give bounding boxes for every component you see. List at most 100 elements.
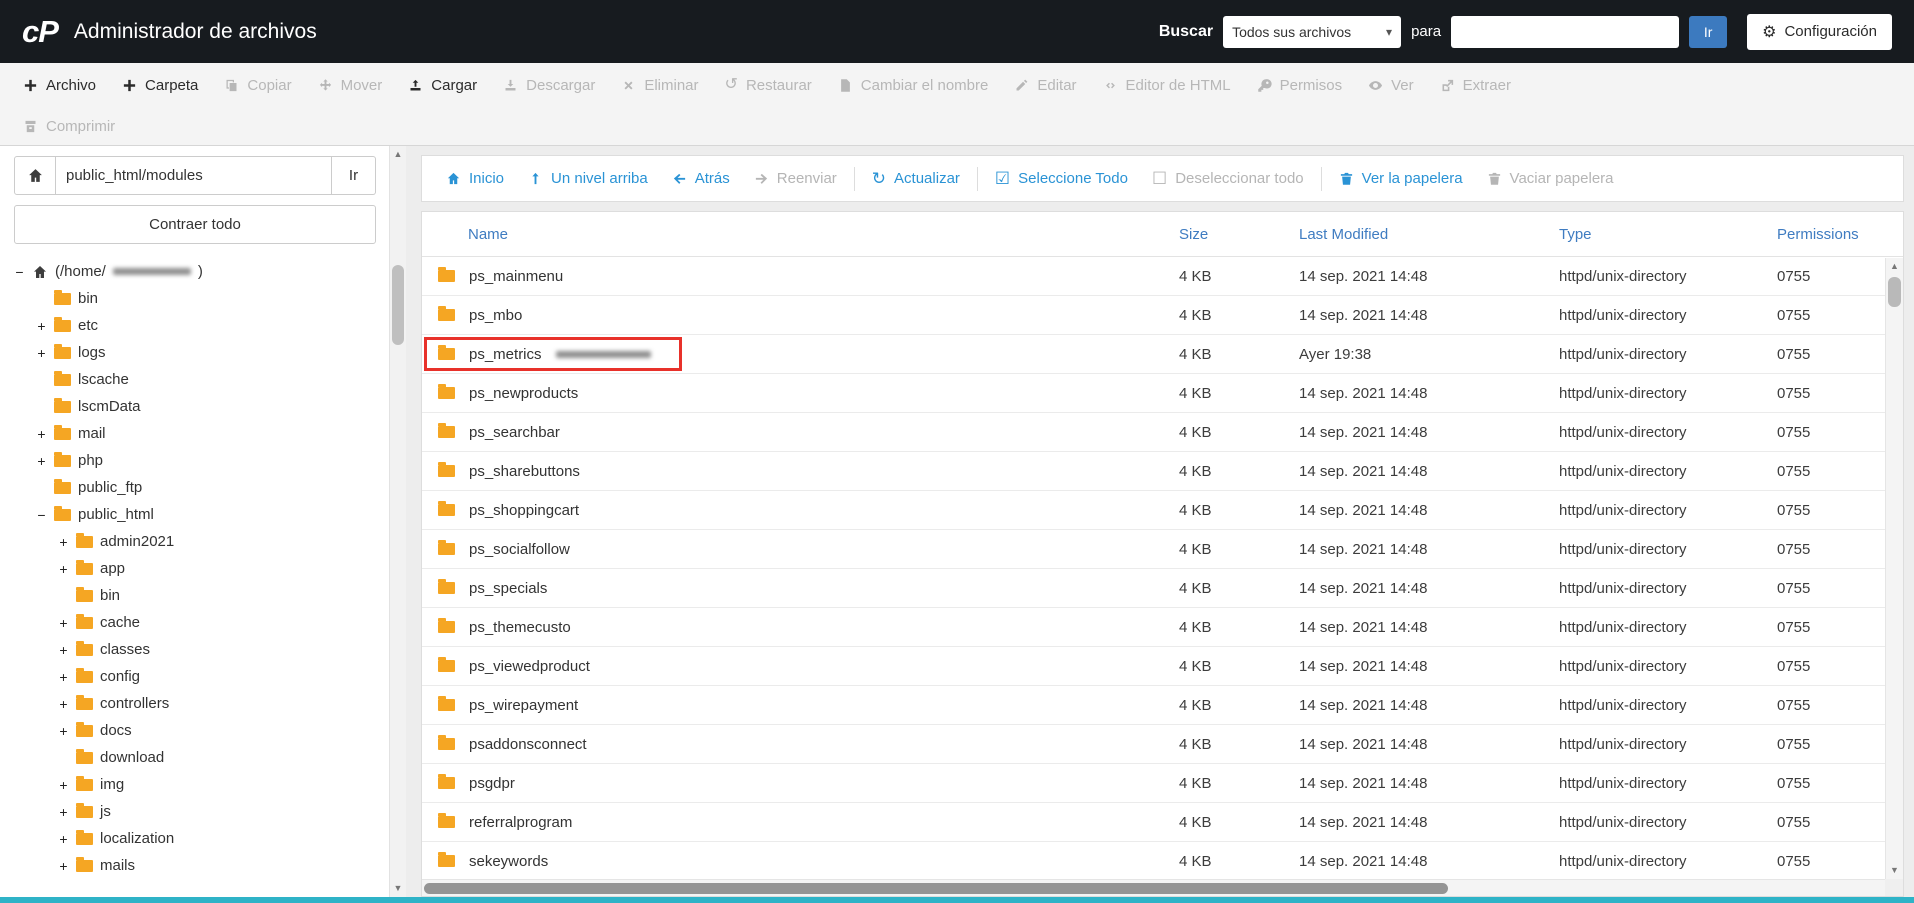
- file-row-ps-socialfollow[interactable]: ps_socialfollow 4 KB 14 sep. 2021 14:48 htt…: [422, 530, 1903, 569]
- toolbar-item-comprimir[interactable]: Comprimir: [10, 118, 128, 135]
- tree-item-download[interactable]: download: [0, 744, 406, 771]
- tree-item-js[interactable]: + js: [0, 798, 406, 825]
- tree-item-docs[interactable]: + docs: [0, 717, 406, 744]
- path-input[interactable]: [56, 156, 332, 195]
- toolbar-item-cargar[interactable]: Cargar: [395, 77, 490, 94]
- action-atras[interactable]: Atrás: [660, 170, 742, 187]
- file-name[interactable]: psaddonsconnect: [469, 736, 587, 753]
- search-input[interactable]: [1451, 15, 1680, 48]
- sidebar-scroll-thumb[interactable]: [392, 265, 404, 345]
- column-header-size[interactable]: Size: [1179, 226, 1299, 243]
- expand-plus-icon[interactable]: +: [36, 318, 47, 334]
- file-row-ps-themecusto[interactable]: ps_themecusto 4 KB 14 sep. 2021 14:48 httpd…: [422, 608, 1903, 647]
- expand-plus-icon[interactable]: +: [58, 642, 69, 658]
- collapse-minus-icon[interactable]: −: [14, 264, 25, 280]
- settings-button[interactable]: ⚙ Configuración: [1747, 13, 1892, 50]
- file-name[interactable]: sekeywords: [469, 853, 548, 870]
- expand-plus-icon[interactable]: +: [58, 561, 69, 577]
- expand-plus-icon[interactable]: +: [58, 615, 69, 631]
- file-row-psaddonsconnect[interactable]: psaddonsconnect 4 KB 14 sep. 2021 14:48 htt…: [422, 725, 1903, 764]
- expand-plus-icon[interactable]: +: [58, 534, 69, 550]
- tree-item-php[interactable]: + php: [0, 447, 406, 474]
- tree-item-img[interactable]: + img: [0, 771, 406, 798]
- tree-item-bin[interactable]: bin: [0, 582, 406, 609]
- file-row-ps-mainmenu[interactable]: ps_mainmenu 4 KB 14 sep. 2021 14:48 httpd/u…: [422, 257, 1903, 296]
- tree-item-lscache[interactable]: lscache: [0, 366, 406, 393]
- tree-item-bin[interactable]: bin: [0, 285, 406, 312]
- file-row-referralprogram[interactable]: referralprogram 4 KB 14 sep. 2021 14:48 htt…: [422, 803, 1903, 842]
- file-row-sekeywords[interactable]: sekeywords 4 KB 14 sep. 2021 14:48 httpd/un…: [422, 842, 1903, 881]
- tree-item-classes[interactable]: + classes: [0, 636, 406, 663]
- action-reenviar[interactable]: Reenviar: [742, 170, 849, 187]
- toolbar-item-eliminar[interactable]: Eliminar: [608, 77, 711, 94]
- toolbar-item-archivo[interactable]: Archivo: [10, 77, 109, 94]
- expand-plus-icon[interactable]: +: [36, 453, 47, 469]
- file-name[interactable]: ps_socialfollow: [469, 541, 570, 558]
- file-name[interactable]: referralprogram: [469, 814, 572, 831]
- expand-plus-icon[interactable]: +: [36, 345, 47, 361]
- expand-plus-icon[interactable]: +: [58, 804, 69, 820]
- table-vertical-scrollbar[interactable]: ▲ ▼: [1885, 258, 1903, 879]
- scroll-up-icon[interactable]: ▲: [390, 146, 406, 163]
- file-row-ps-shoppingcart[interactable]: ps_shoppingcart 4 KB 14 sep. 2021 14:48 htt…: [422, 491, 1903, 530]
- file-row-ps-metrics[interactable]: ps_metrics 4 KB Ayer 19:38 httpd/unix-direc…: [422, 335, 1903, 374]
- horizontal-scroll-thumb[interactable]: [424, 883, 1449, 894]
- file-name[interactable]: ps_sharebuttons: [469, 463, 580, 480]
- file-name[interactable]: ps_newproducts: [469, 385, 578, 402]
- tree-item-cache[interactable]: + cache: [0, 609, 406, 636]
- file-row-ps-mbo[interactable]: ps_mbo 4 KB 14 sep. 2021 14:48 httpd/unix-d…: [422, 296, 1903, 335]
- toolbar-item-editar[interactable]: Editar: [1001, 77, 1089, 94]
- column-header-type[interactable]: Type: [1559, 226, 1777, 243]
- tree-item-mail[interactable]: + mail: [0, 420, 406, 447]
- expand-plus-icon[interactable]: +: [58, 831, 69, 847]
- search-go-button[interactable]: Ir: [1689, 15, 1728, 48]
- action-actualizar[interactable]: ↻ Actualizar: [860, 170, 972, 187]
- toolbar-item-cambiar-el-nombre[interactable]: Cambiar el nombre: [825, 77, 1002, 94]
- toolbar-item-permisos[interactable]: Permisos: [1244, 77, 1356, 94]
- file-name[interactable]: ps_metrics: [469, 346, 542, 363]
- tree-item-etc[interactable]: + etc: [0, 312, 406, 339]
- toolbar-item-editor-de-html[interactable]: Editor de HTML: [1090, 77, 1244, 94]
- file-name[interactable]: ps_mainmenu: [469, 268, 563, 285]
- column-header-last-modified[interactable]: Last Modified: [1299, 226, 1559, 243]
- tree-item-config[interactable]: + config: [0, 663, 406, 690]
- expand-plus-icon[interactable]: +: [58, 723, 69, 739]
- column-header-permissions[interactable]: Permissions: [1777, 226, 1885, 243]
- expand-plus-icon[interactable]: +: [36, 426, 47, 442]
- file-name[interactable]: ps_mbo: [469, 307, 522, 324]
- tree-item-admin2021[interactable]: + admin2021: [0, 528, 406, 555]
- file-name[interactable]: ps_shoppingcart: [469, 502, 579, 519]
- file-row-ps-wirepayment[interactable]: ps_wirepayment 4 KB 14 sep. 2021 14:48 http…: [422, 686, 1903, 725]
- expand-plus-icon[interactable]: +: [58, 669, 69, 685]
- file-row-ps-searchbar[interactable]: ps_searchbar 4 KB 14 sep. 2021 14:48 httpd/…: [422, 413, 1903, 452]
- toolbar-item-descargar[interactable]: Descargar: [490, 77, 608, 94]
- tree-item-app[interactable]: + app: [0, 555, 406, 582]
- cpanel-logo[interactable]: cP: [22, 14, 59, 50]
- file-name[interactable]: ps_specials: [469, 580, 547, 597]
- table-horizontal-scrollbar[interactable]: [422, 879, 1885, 896]
- collapse-minus-icon[interactable]: −: [36, 507, 47, 523]
- column-header-name[interactable]: Name: [422, 226, 1179, 243]
- toolbar-item-carpeta[interactable]: Carpeta: [109, 77, 211, 94]
- file-row-ps-specials[interactable]: ps_specials 4 KB 14 sep. 2021 14:48 httpd/u…: [422, 569, 1903, 608]
- tree-item-home[interactable]: − (/home/): [0, 258, 406, 285]
- home-path-button[interactable]: [14, 156, 56, 195]
- file-name[interactable]: ps_themecusto: [469, 619, 571, 636]
- tree-item-localization[interactable]: + localization: [0, 825, 406, 852]
- scroll-up-icon[interactable]: ▲: [1886, 258, 1903, 275]
- file-name[interactable]: psgdpr: [469, 775, 515, 792]
- file-name[interactable]: ps_searchbar: [469, 424, 560, 441]
- tree-item-mails[interactable]: + mails: [0, 852, 406, 879]
- file-row-psgdpr[interactable]: psgdpr 4 KB 14 sep. 2021 14:48 httpd/unix-d…: [422, 764, 1903, 803]
- file-name[interactable]: ps_wirepayment: [469, 697, 578, 714]
- file-name[interactable]: ps_viewedproduct: [469, 658, 590, 675]
- path-go-button[interactable]: Ir: [332, 156, 376, 195]
- file-row-ps-newproducts[interactable]: ps_newproducts 4 KB 14 sep. 2021 14:48 http…: [422, 374, 1903, 413]
- expand-plus-icon[interactable]: +: [58, 858, 69, 874]
- expand-plus-icon[interactable]: +: [58, 696, 69, 712]
- expand-plus-icon[interactable]: +: [58, 777, 69, 793]
- action-inicio[interactable]: Inicio: [434, 170, 516, 187]
- toolbar-item-copiar[interactable]: Copiar: [211, 77, 304, 94]
- scroll-down-icon[interactable]: ▼: [1886, 862, 1903, 879]
- action-deseleccionar-todo[interactable]: ☐ Deseleccionar todo: [1140, 170, 1316, 187]
